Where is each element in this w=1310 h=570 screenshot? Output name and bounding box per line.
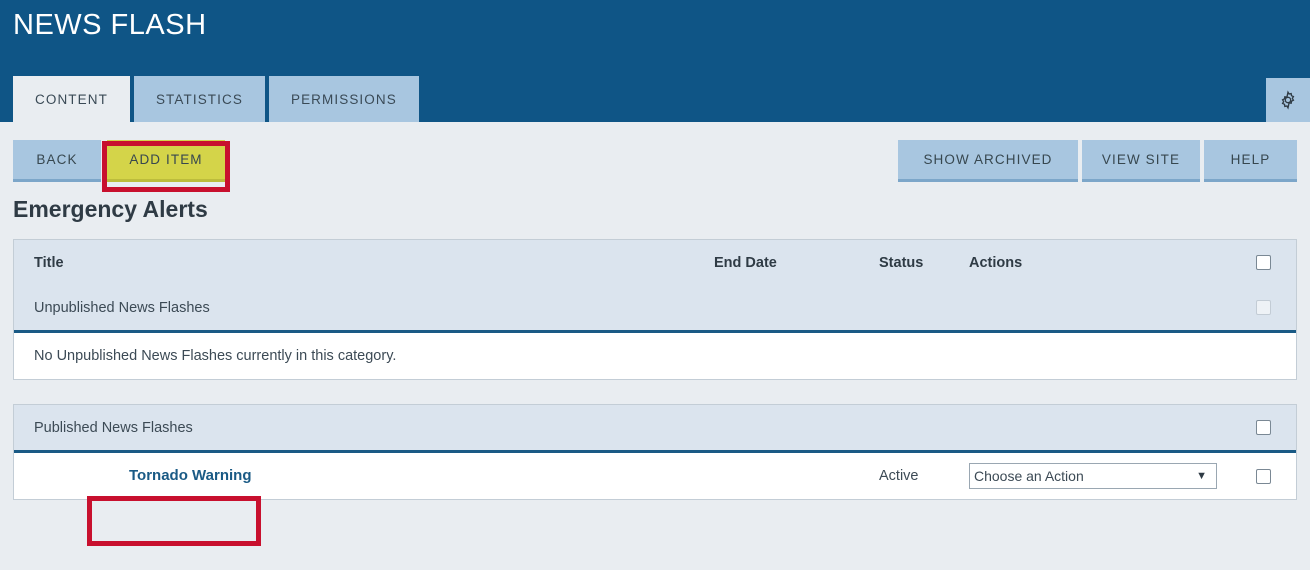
show-archived-button[interactable]: SHOW ARCHIVED [898,140,1078,182]
published-news-flashes-table: Published News Flashes Tornado Warning A… [13,404,1297,500]
action-select-wrapper: Choose an Action ▼ [969,463,1217,489]
row-status-cell: Active [879,468,919,484]
column-header-status: Status [879,254,924,271]
column-header-title: Title [34,254,64,271]
published-group-label-row: Published News Flashes [14,405,1296,450]
column-header-end-date: End Date [714,254,777,271]
tab-bar: CONTENT STATISTICS PERMISSIONS [13,76,423,122]
action-toolbar: BACK ADD ITEM SHOW ARCHIVED VIEW SITE HE… [0,130,1310,190]
view-site-button[interactable]: VIEW SITE [1082,140,1200,182]
add-item-button[interactable]: ADD ITEM [107,140,225,182]
back-button[interactable]: BACK [13,140,101,182]
gear-icon [1278,90,1298,110]
empty-state-message: No Unpublished News Flashes currently in… [34,348,397,364]
published-select-all-cell [1219,420,1296,435]
settings-button[interactable] [1266,78,1310,122]
row-actions-cell: Choose an Action ▼ [969,463,1219,489]
row-select-cell [1219,468,1296,484]
tornado-warning-annotation-highlight [87,496,261,546]
page-title: NEWS FLASH [13,9,207,41]
section-heading: Emergency Alerts [13,196,208,222]
group-label-published: Published News Flashes [34,419,193,436]
empty-state-row: No Unpublished News Flashes currently in… [14,333,1296,379]
tab-content[interactable]: CONTENT [13,76,130,122]
table-header-row: Title End Date Status Actions [14,240,1296,285]
help-button[interactable]: HELP [1204,140,1297,182]
news-flash-title-link[interactable]: Tornado Warning [34,467,251,484]
tab-permissions[interactable]: PERMISSIONS [268,76,419,122]
row-title-cell: Tornado Warning [14,467,714,485]
row-select-checkbox[interactable] [1256,468,1271,484]
group-label-unpublished: Unpublished News Flashes [34,299,210,316]
table-row: Tornado Warning Active Choose an Action … [14,453,1296,499]
column-header-select-all [1219,255,1296,270]
published-table-body: Tornado Warning Active Choose an Action … [14,450,1296,499]
table-header: Title End Date Status Actions Unpublishe… [14,240,1296,330]
choose-action-select[interactable]: Choose an Action [969,463,1217,489]
group-select-checkbox-disabled [1256,300,1271,315]
group-label-row: Unpublished News Flashes [14,285,1296,330]
select-all-checkbox[interactable] [1256,255,1271,270]
group-select-cell [1219,300,1296,315]
column-header-actions: Actions [969,254,1023,271]
app-header: NEWS FLASH CONTENT STATISTICS PERMISSION… [0,0,1310,122]
published-table-header: Published News Flashes [14,405,1296,450]
published-select-all-checkbox[interactable] [1256,420,1271,435]
unpublished-news-flashes-table: Title End Date Status Actions Unpublishe… [13,239,1297,380]
table-body: No Unpublished News Flashes currently in… [14,330,1296,379]
tab-statistics[interactable]: STATISTICS [133,76,265,122]
